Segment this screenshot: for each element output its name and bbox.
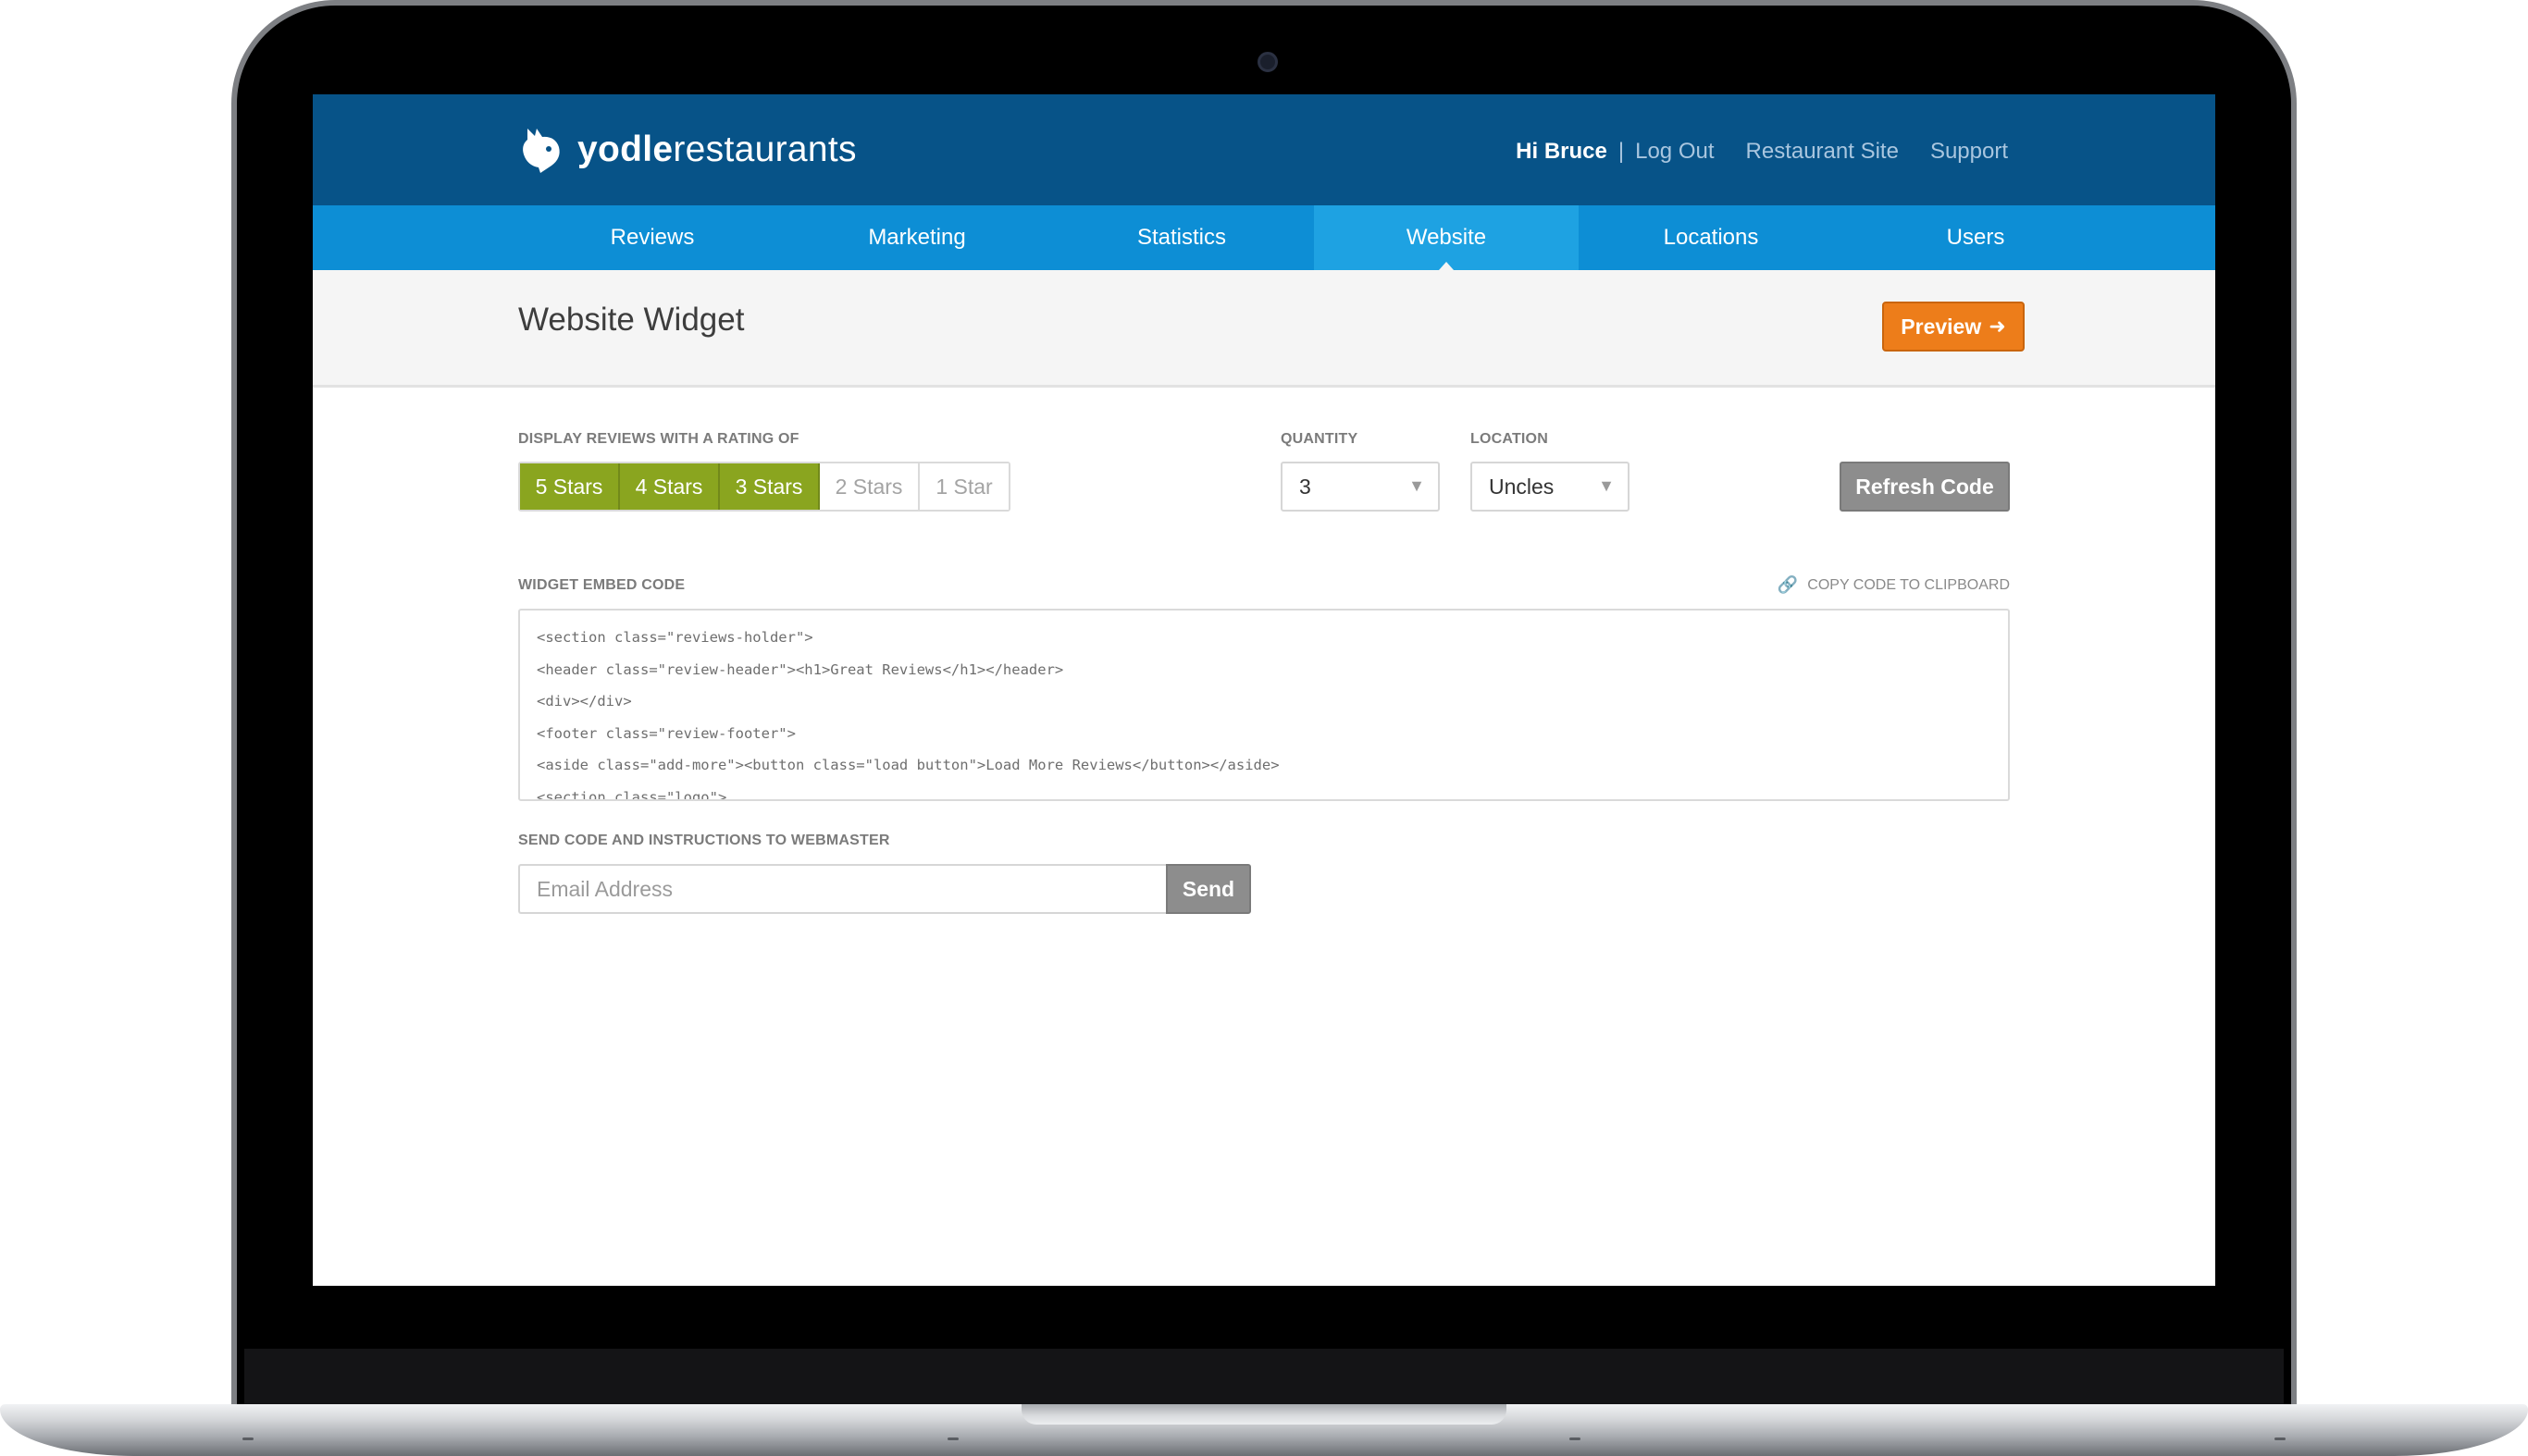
rating-3-stars-button[interactable]: 3 Stars xyxy=(720,463,820,510)
tab-statistics[interactable]: Statistics xyxy=(1049,205,1314,270)
embed-code-textarea[interactable]: <section class="reviews-holder"> <header… xyxy=(518,609,2010,801)
logout-link[interactable]: Log Out xyxy=(1635,139,1714,165)
bezel-chin xyxy=(244,1349,2284,1408)
laptop-foot xyxy=(1569,1437,1580,1440)
laptop-base-notch xyxy=(1022,1404,1506,1425)
preview-button[interactable]: Preview ➜ xyxy=(1882,302,2025,352)
location-select[interactable]: Uncles ▼ xyxy=(1470,462,1630,512)
rating-2-stars-button[interactable]: 2 Stars xyxy=(820,463,920,510)
email-placeholder: Email Address xyxy=(537,876,674,901)
tab-label: Locations xyxy=(1663,225,1759,250)
brand-name-light: restaurants xyxy=(673,130,857,169)
code-line: <section class="logo"> xyxy=(537,788,727,801)
webmaster-label: SEND CODE AND INSTRUCTIONS TO WEBMASTER xyxy=(518,833,890,848)
code-line: <section class="reviews-holder"> xyxy=(537,629,813,646)
tab-label: Website xyxy=(1406,225,1487,250)
code-line: <div></div> xyxy=(537,693,632,709)
title-bar: Website Widget Preview ➜ xyxy=(313,270,2215,388)
tab-reviews[interactable]: Reviews xyxy=(520,205,785,270)
main-nav: Reviews Marketing Statistics Website Loc… xyxy=(313,205,2215,270)
code-line: <aside class="add-more"><button class="l… xyxy=(537,757,1280,773)
tab-label: Users xyxy=(1946,225,2005,250)
code-line: <footer class="review-footer"> xyxy=(537,724,796,742)
send-button[interactable]: Send xyxy=(1166,864,1251,914)
quantity-select[interactable]: 3 ▼ xyxy=(1281,462,1440,512)
location-value: Uncles xyxy=(1489,474,1555,499)
screen: yodlerestaurants Hi Bruce | Log Out Rest… xyxy=(313,94,2215,1286)
chevron-down-icon: ▼ xyxy=(1408,476,1425,495)
tab-website[interactable]: Website xyxy=(1314,205,1579,270)
rating-4-stars-button[interactable]: 4 Stars xyxy=(620,463,720,510)
user-greeting: Hi Bruce xyxy=(1516,139,1607,164)
embed-code-label: WIDGET EMBED CODE xyxy=(518,577,686,593)
rating-filter: 5 Stars 4 Stars 3 Stars 2 Stars 1 Star xyxy=(518,462,1010,512)
email-field[interactable]: Email Address xyxy=(518,864,1166,914)
header-separator: | xyxy=(1617,139,1625,164)
quantity-value: 3 xyxy=(1299,474,1311,499)
laptop-foot xyxy=(2274,1437,2286,1440)
brand-logo[interactable]: yodlerestaurants xyxy=(518,124,857,176)
location-label: LOCATION xyxy=(1470,431,1548,447)
brand-name-bold: yodle xyxy=(577,130,674,169)
arrow-right-icon: ➜ xyxy=(1989,315,2006,338)
tab-marketing[interactable]: Marketing xyxy=(785,205,1049,270)
rating-label: DISPLAY REVIEWS WITH A RATING OF xyxy=(518,431,799,447)
webcam xyxy=(1258,52,1278,72)
preview-label: Preview xyxy=(1901,314,1982,339)
tab-label: Statistics xyxy=(1136,225,1227,250)
copy-code-label: COPY CODE TO CLIPBOARD xyxy=(1807,576,2010,593)
active-tab-caret-icon xyxy=(1439,262,1454,270)
chevron-down-icon: ▼ xyxy=(1598,476,1615,495)
laptop-foot xyxy=(242,1437,254,1440)
rating-1-star-button[interactable]: 1 Star xyxy=(920,463,1009,510)
yodle-mascot-icon xyxy=(523,129,560,173)
laptop-foot xyxy=(948,1437,959,1440)
app-header: yodlerestaurants Hi Bruce | Log Out Rest… xyxy=(313,94,2215,205)
tab-label: Marketing xyxy=(868,225,966,250)
link-icon: 🔗 xyxy=(1777,575,1799,594)
header-links: Hi Bruce | Log Out Restaurant Site Suppo… xyxy=(1516,133,2008,170)
page-title: Website Widget xyxy=(518,302,745,338)
copy-code-link[interactable]: 🔗 COPY CODE TO CLIPBOARD xyxy=(1778,575,2010,595)
brand-name: yodlerestaurants xyxy=(577,130,857,170)
rating-5-stars-button[interactable]: 5 Stars xyxy=(520,463,620,510)
tab-users[interactable]: Users xyxy=(1843,205,2108,270)
quantity-label: QUANTITY xyxy=(1281,431,1358,447)
refresh-code-button[interactable]: Refresh Code xyxy=(1840,462,2010,512)
tab-locations[interactable]: Locations xyxy=(1579,205,1843,270)
code-line: <header class="review-header"><h1>Great … xyxy=(537,660,1064,678)
tab-label: Reviews xyxy=(610,225,695,250)
support-link[interactable]: Support xyxy=(1930,139,2008,165)
restaurant-site-link[interactable]: Restaurant Site xyxy=(1746,139,1899,165)
